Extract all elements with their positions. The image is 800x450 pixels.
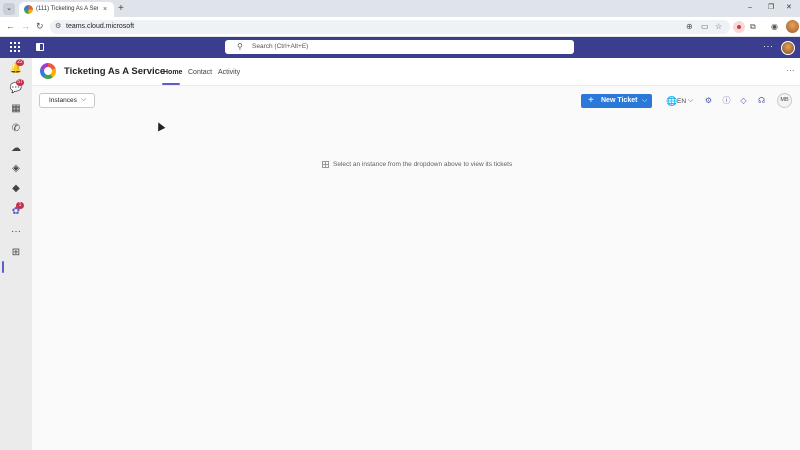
chat-icon[interactable]: 💬 57 — [9, 79, 24, 96]
bell-icon[interactable]: 🔔 22 — [9, 59, 24, 76]
browser-toolbar: ← → ↻ ⚙ teams.cloud.microsoft ⊕ ▭ ☆ — [0, 17, 800, 37]
ticketing-logo-icon — [40, 63, 56, 79]
search-icon: ⚲ — [237, 42, 243, 51]
browser-tab[interactable]: (111) Ticketing As A Service | M × — [19, 2, 114, 17]
new-tab-button[interactable]: + — [118, 3, 124, 14]
app-icon[interactable]: ◈ — [9, 162, 23, 176]
calendar-icon[interactable]: ▦ — [9, 102, 23, 116]
tab-activity[interactable]: Activity — [218, 68, 240, 78]
teams-search-input[interactable]: ⚲ Search (Ctrl+Alt+E) — [225, 40, 574, 54]
app-header: Ticketing As A Service Home Contact Acti… — [32, 58, 800, 86]
main-content: Instances ⌵ + New Ticket ⌵ 🌐 EN ⌵ ⚙ ⓘ ◇ … — [32, 86, 800, 450]
tab-close-icon[interactable]: × — [103, 5, 107, 14]
reload-icon[interactable]: ↻ — [36, 21, 44, 32]
tab-search-button[interactable]: ⌄ — [3, 3, 15, 15]
back-icon[interactable]: ← — [6, 21, 15, 32]
search-placeholder: Search (Ctrl+Alt+E) — [252, 43, 309, 50]
tab-title: (111) Ticketing As A Service | M — [36, 6, 98, 12]
teams-header: ⚲ Search (Ctrl+Alt+E) ··· — [0, 37, 800, 58]
record-dot-icon — [737, 25, 741, 29]
address-bar[interactable]: ⚙ teams.cloud.microsoft ⊕ ▭ ☆ — [50, 20, 730, 34]
settings-icon[interactable]: ⚙ — [703, 95, 714, 106]
bookmark-star-icon[interactable]: ☆ — [715, 22, 722, 32]
table-icon — [322, 161, 329, 168]
site-info-icon[interactable]: ⚙ — [55, 22, 61, 32]
info-icon[interactable]: ⓘ — [721, 95, 732, 106]
chevron-down-icon: ⌵ — [688, 97, 694, 104]
more-icon[interactable]: ··· — [9, 225, 23, 239]
new-ticket-label: New Ticket — [601, 97, 638, 104]
notification-badge: 57 — [16, 79, 24, 86]
cloud-icon[interactable]: ☁ — [9, 142, 23, 156]
restore-button[interactable]: ❐ — [768, 3, 774, 13]
tab-favicon-icon — [24, 5, 33, 14]
teams-app-rail: 🔔 22 💬 57 ▦ ✆ ☁ ◈ ◆ ✿ 1 ··· ⊞ — [0, 58, 32, 450]
diamond-icon[interactable]: ◇ — [738, 95, 749, 106]
browser-tab-strip: ⌄ (111) Ticketing As A Service | M × + –… — [0, 0, 800, 17]
ticketing-app-icon[interactable]: ✿ 1 — [9, 202, 24, 219]
tab-contact[interactable]: Contact — [188, 68, 212, 78]
forward-icon[interactable]: → — [21, 21, 30, 32]
user-avatar[interactable]: MB — [777, 93, 792, 108]
app-title: Ticketing As A Service — [64, 66, 166, 77]
cast-icon[interactable]: ▭ — [701, 22, 709, 32]
new-ticket-button[interactable]: + New Ticket ⌵ — [581, 94, 652, 108]
profile-circle-icon[interactable]: ◉ — [771, 21, 778, 32]
empty-state-message: Select an instance from the dropdown abo… — [333, 161, 513, 168]
chevron-down-icon: ⌵ — [642, 97, 648, 104]
tab-home[interactable]: Home — [163, 68, 182, 78]
active-tab-indicator — [162, 83, 180, 85]
instances-dropdown[interactable]: Instances ⌵ — [39, 93, 95, 108]
chevron-down-icon: ⌵ — [81, 96, 87, 103]
language-label: EN — [677, 98, 687, 105]
notification-badge: 22 — [16, 59, 24, 66]
app-launcher-icon[interactable] — [10, 42, 21, 53]
app-more-icon[interactable]: ··· — [786, 66, 795, 76]
minimize-button[interactable]: – — [748, 3, 752, 13]
add-icon[interactable]: ⊞ — [9, 246, 23, 260]
app-icon[interactable]: ◆ — [9, 182, 23, 196]
close-window-button[interactable]: ✕ — [786, 3, 792, 13]
settings-more-icon[interactable]: ··· — [763, 41, 774, 52]
browser-profile-avatar[interactable] — [786, 20, 799, 33]
zoom-icon[interactable]: ⊕ — [686, 22, 693, 32]
rail-glyph: ◈ — [12, 163, 20, 174]
plus-icon: + — [588, 95, 594, 106]
url-text: teams.cloud.microsoft — [66, 23, 135, 30]
teams-user-avatar[interactable] — [781, 41, 795, 55]
recording-indicator-icon[interactable] — [733, 21, 745, 33]
support-headset-icon[interactable]: ☊ — [756, 95, 767, 106]
rail-glyph: ··· — [11, 226, 21, 237]
extensions-icon[interactable]: ⧉ — [750, 21, 756, 32]
side-panel-toggle-icon[interactable] — [36, 43, 44, 51]
rail-glyph: ◆ — [12, 183, 20, 194]
rail-glyph: ▦ — [11, 103, 21, 114]
rail-glyph: ⊞ — [11, 247, 21, 258]
notification-badge: 1 — [16, 202, 24, 209]
instances-label: Instances — [49, 97, 77, 104]
rail-glyph: ☁ — [11, 143, 21, 154]
phone-icon[interactable]: ✆ — [9, 122, 23, 136]
rail-active-indicator — [2, 261, 4, 273]
globe-icon: 🌐 — [666, 96, 678, 106]
rail-glyph: ✆ — [11, 123, 21, 134]
